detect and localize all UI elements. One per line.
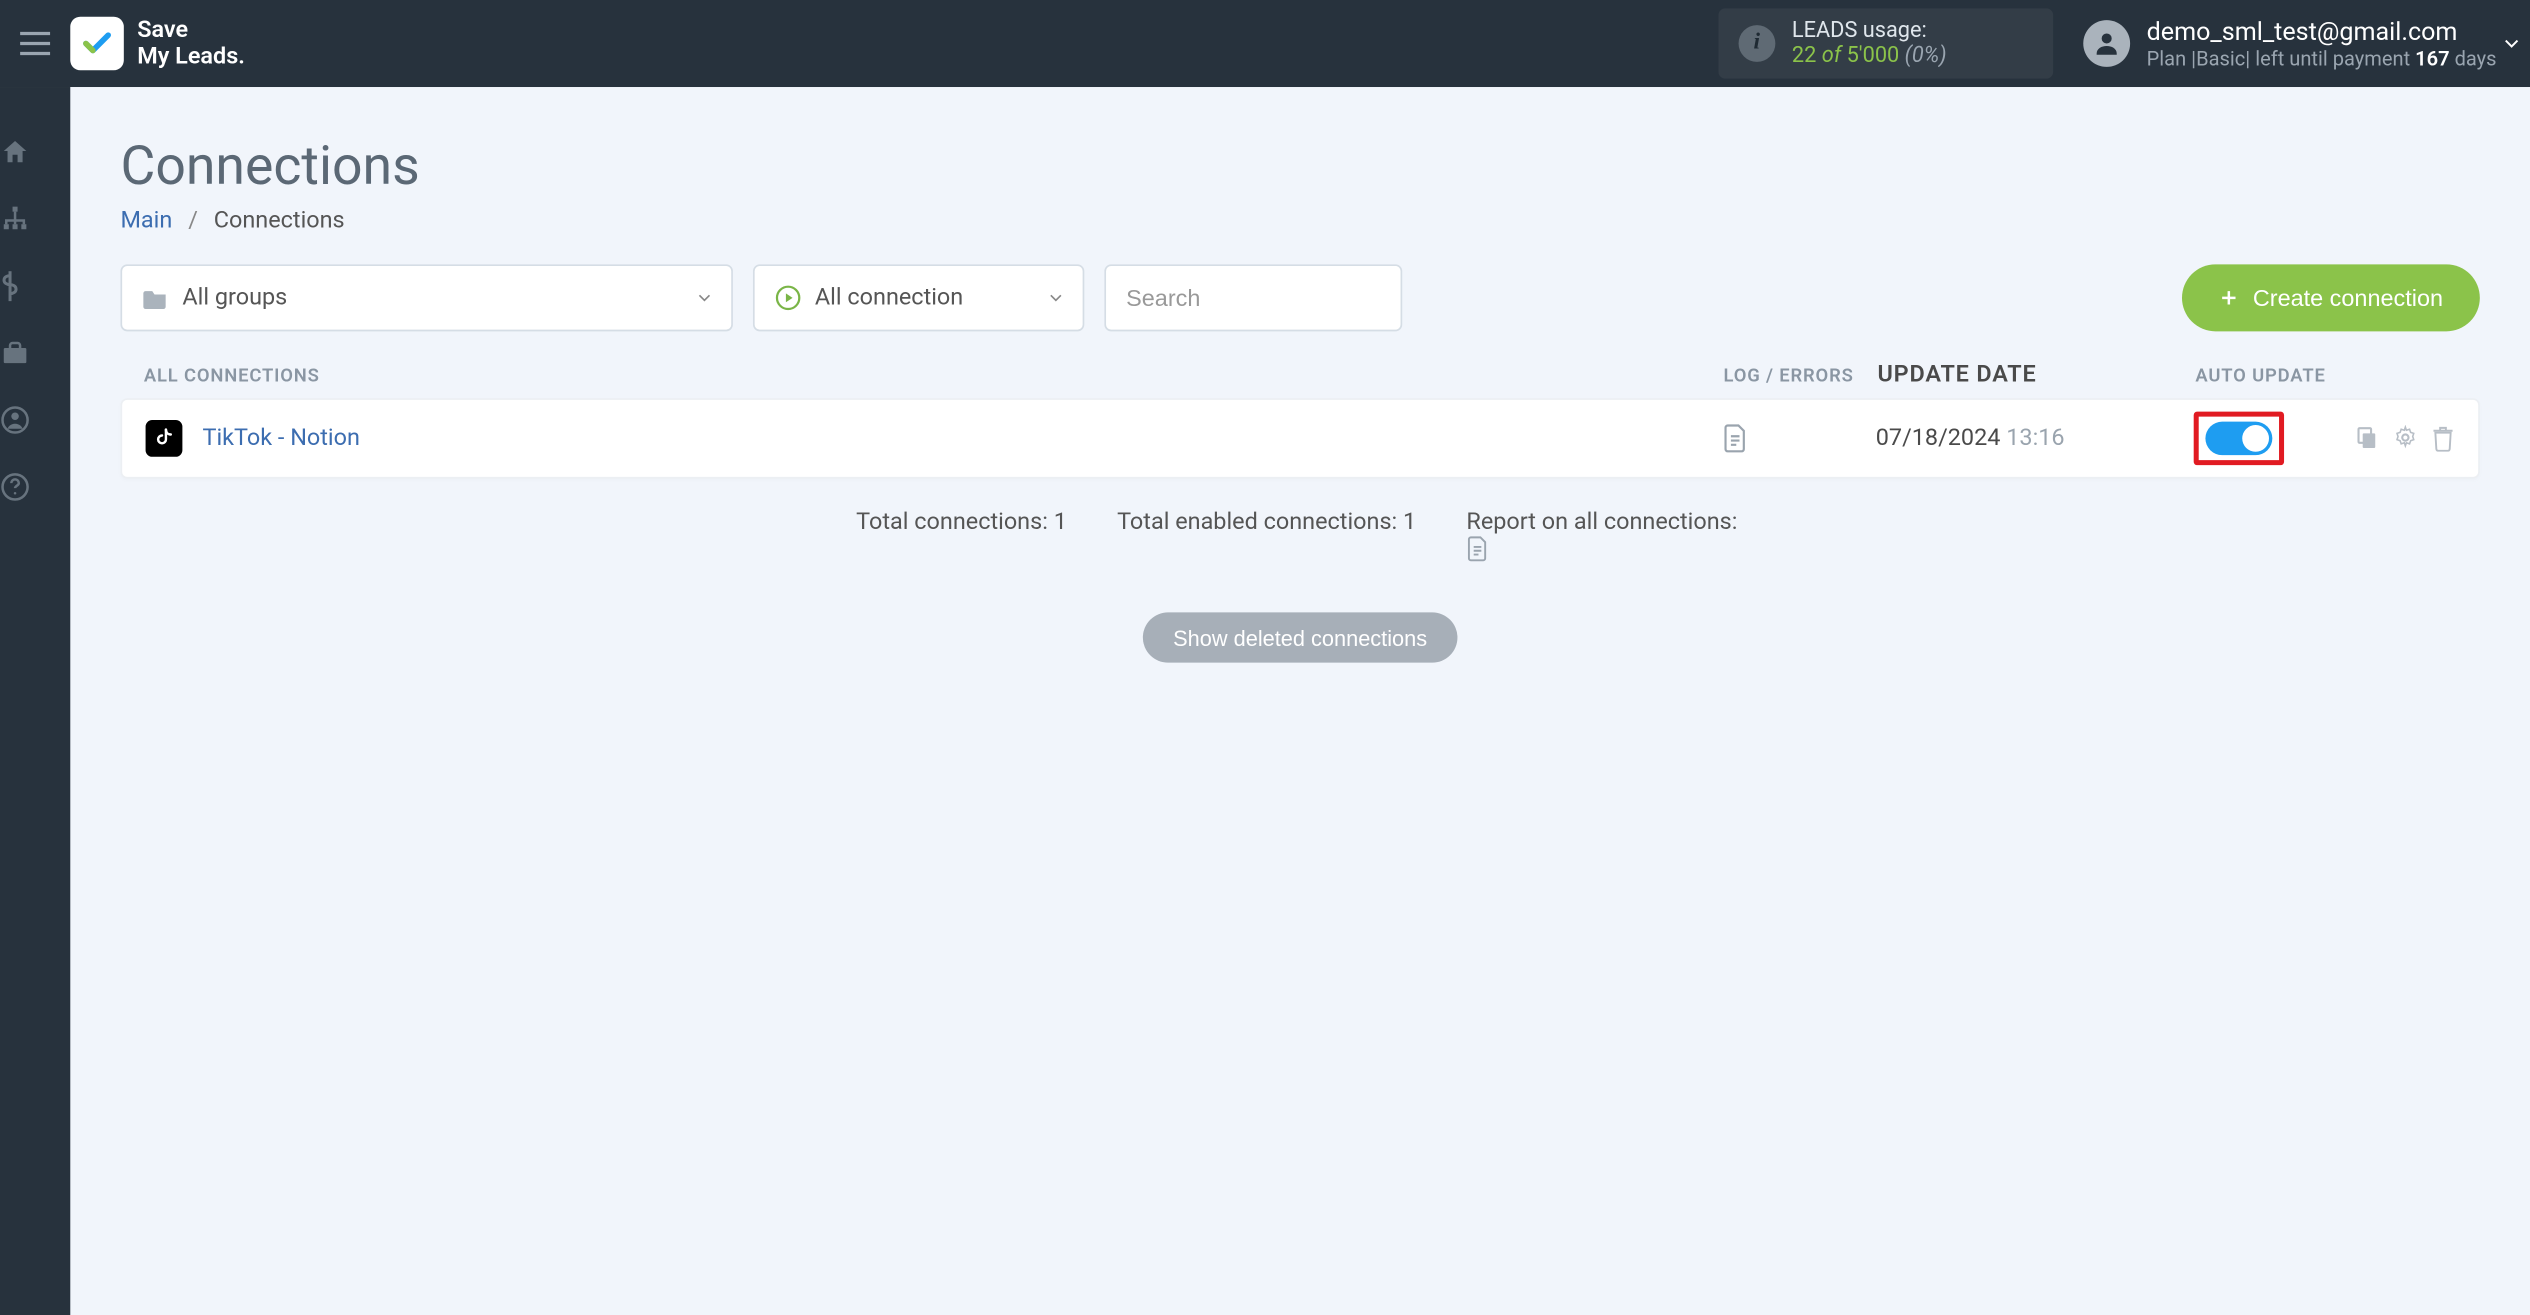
status-dropdown[interactable]: All connection (753, 264, 1084, 331)
copy-icon[interactable] (2354, 425, 2379, 452)
sidebar-account-icon[interactable] (0, 405, 70, 435)
trash-icon[interactable] (2431, 425, 2454, 452)
brand[interactable]: Save My Leads. (70, 0, 245, 87)
status-dropdown-label: All connection (815, 284, 963, 311)
gear-icon[interactable] (2393, 425, 2418, 452)
folder-icon (142, 286, 169, 309)
search-input[interactable] (1126, 284, 1380, 311)
breadcrumb-separator: / (188, 207, 198, 234)
sidebar-home-icon[interactable] (0, 137, 70, 167)
col-header-auto: AUTO UPDATE (2195, 364, 2346, 386)
leads-usage-box[interactable]: i LEADS usage: 22 of 5'000 (0%) (1718, 8, 2053, 78)
leads-usage-values: 22 of 5'000 (0%) (1792, 44, 2026, 69)
chevron-down-icon[interactable] (2493, 32, 2530, 55)
show-deleted-button[interactable]: Show deleted connections (1143, 613, 1457, 663)
leads-usage-label: LEADS usage: (1792, 18, 2026, 43)
brand-text: Save My Leads. (137, 17, 245, 71)
tiktok-icon (146, 420, 183, 457)
summary-row: Total connections: 1 Total enabled conne… (120, 509, 2479, 563)
connection-row: TikTok - Notion 07/18/2024 13:16 (120, 398, 2479, 478)
play-circle-icon (775, 284, 802, 311)
search-box[interactable] (1104, 264, 1402, 331)
avatar-icon (2083, 20, 2130, 67)
col-header-log: LOG / ERRORS (1723, 364, 1877, 386)
create-connection-label: Create connection (2253, 284, 2443, 311)
sidebar (0, 87, 70, 1315)
breadcrumb-current: Connections (214, 207, 345, 234)
connection-title-link[interactable]: TikTok - Notion (202, 425, 359, 452)
summary-total: Total connections: 1 (856, 509, 1067, 563)
auto-update-highlight (2194, 412, 2284, 466)
groups-dropdown-label: All groups (182, 284, 287, 311)
filter-row: All groups All connection (120, 264, 2479, 331)
logo-icon (70, 17, 124, 71)
groups-dropdown[interactable]: All groups (120, 264, 732, 331)
account-text: demo_sml_test@gmail.com Plan |Basic| lef… (2147, 17, 2497, 71)
menu-toggle-icon[interactable] (0, 0, 70, 87)
topbar: Save My Leads. i LEADS usage: 22 of 5'00… (0, 0, 2530, 87)
log-document-icon[interactable] (1722, 423, 1876, 453)
col-header-all: ALL CONNECTIONS (120, 364, 1723, 386)
breadcrumb: Main / Connections (120, 207, 2479, 234)
sidebar-help-icon[interactable] (0, 472, 70, 502)
account-menu[interactable]: demo_sml_test@gmail.com Plan |Basic| lef… (2083, 0, 2530, 87)
page-title: Connections (120, 134, 2479, 198)
col-header-date: UPDATE DATE (1877, 361, 2195, 388)
create-connection-button[interactable]: Create connection (2183, 264, 2480, 331)
table-header: ALL CONNECTIONS LOG / ERRORS UPDATE DATE… (120, 351, 2479, 398)
plus-icon (2219, 288, 2239, 308)
sidebar-briefcase-icon[interactable] (0, 338, 70, 368)
breadcrumb-main-link[interactable]: Main (120, 207, 172, 234)
sidebar-billing-icon[interactable] (0, 271, 70, 301)
connection-date: 07/18/2024 13:16 (1876, 425, 2194, 452)
report-document-icon[interactable] (1466, 536, 1744, 563)
main-content: Connections Main / Connections All group… (70, 87, 2530, 1315)
chevron-down-icon (1046, 288, 1066, 308)
sidebar-connections-icon[interactable] (0, 204, 70, 234)
auto-update-toggle[interactable] (2205, 422, 2272, 455)
chevron-down-icon (694, 288, 714, 308)
info-icon: i (1738, 25, 1775, 62)
summary-enabled: Total enabled connections: 1 (1117, 509, 1416, 563)
summary-report: Report on all connections: (1466, 509, 1744, 563)
